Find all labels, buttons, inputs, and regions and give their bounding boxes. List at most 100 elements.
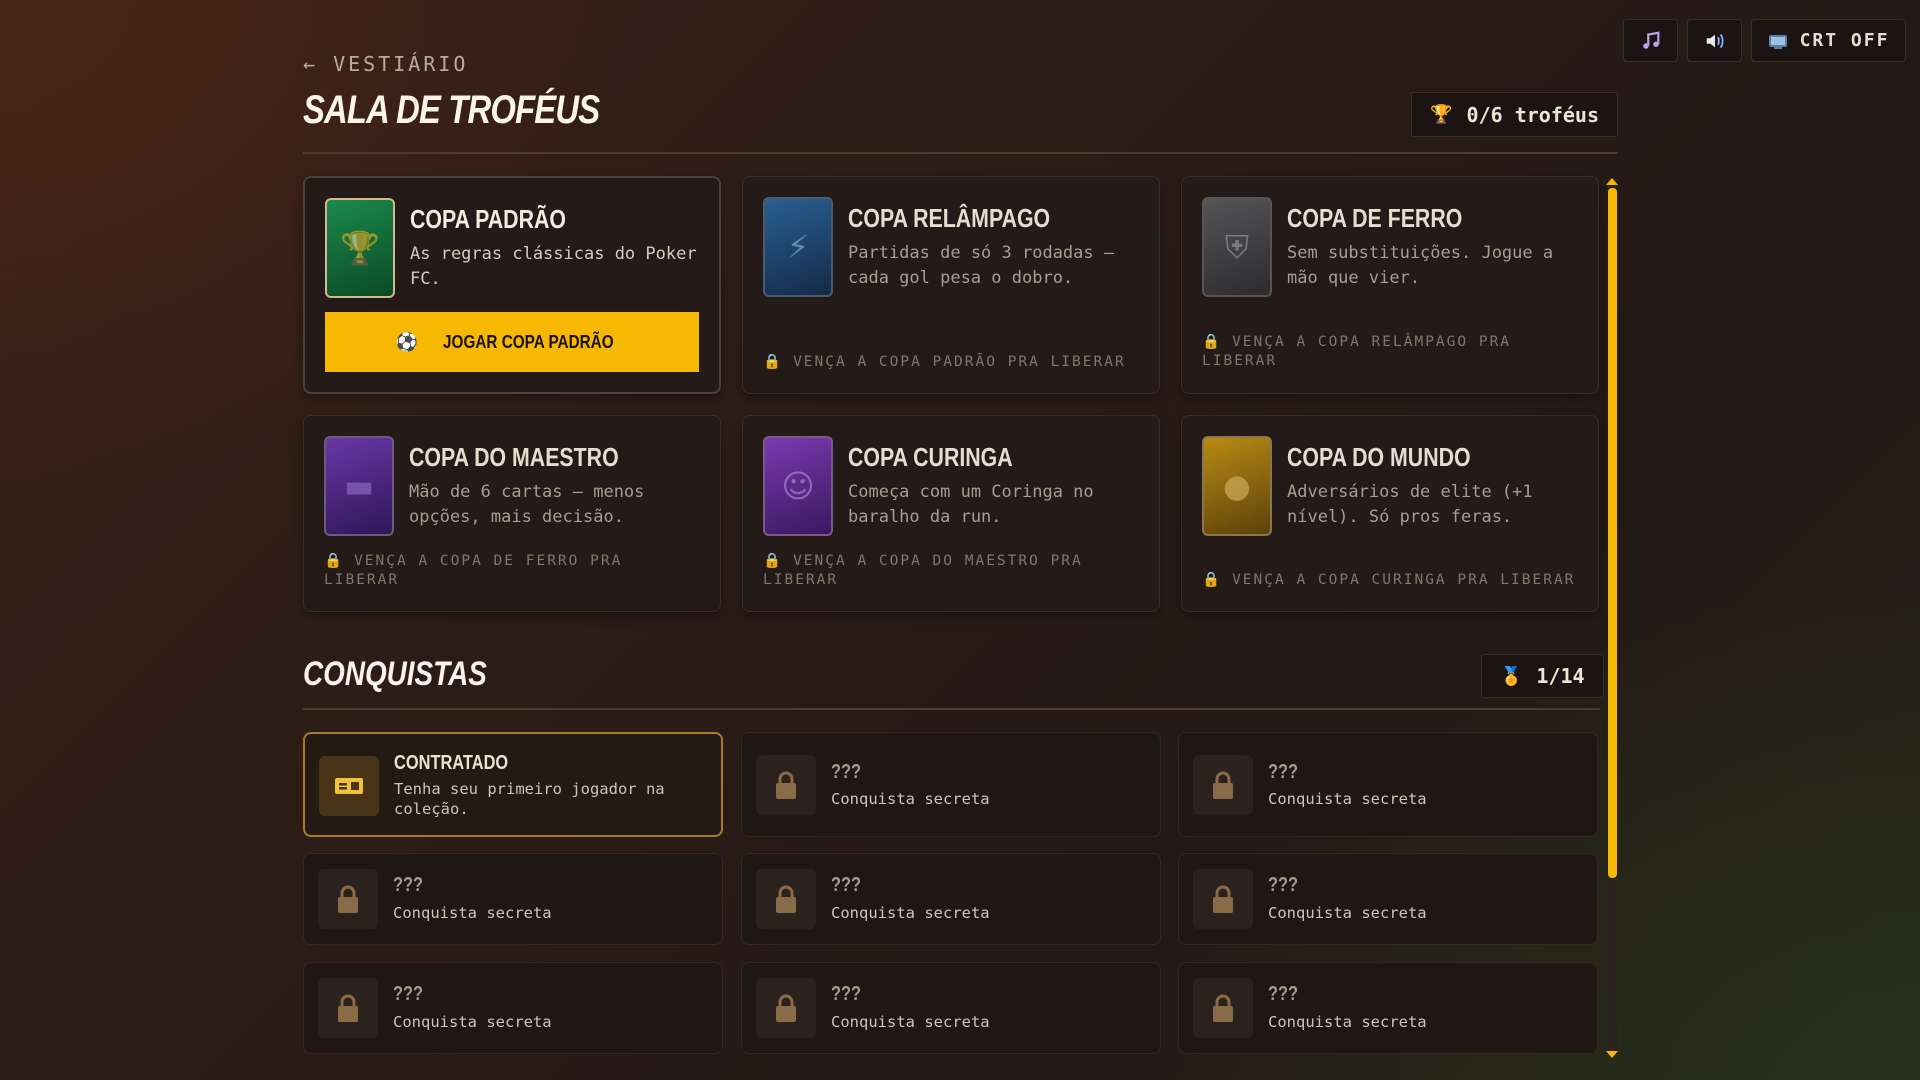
scroll-up-arrow-icon[interactable] <box>1606 178 1618 185</box>
lock-icon: 🔒 <box>763 553 784 569</box>
achievement-name: ??? <box>1268 983 1299 1005</box>
cup-emblem: ⚡ <box>763 197 833 297</box>
lock-icon: 🔒 <box>1202 572 1223 588</box>
divider <box>303 152 1618 154</box>
lock-icon: 🔒 <box>1202 334 1223 350</box>
achievement-description: Conquista secreta <box>831 904 990 922</box>
cup-emblem: ● <box>1202 436 1272 536</box>
cup-description: Adversários de elite (+1 nível). Só pros… <box>1287 482 1533 527</box>
lock-icon <box>1193 755 1253 815</box>
play-cup-button[interactable]: ⚽ JOGAR COPA PADRÃO <box>325 312 699 372</box>
crt-toggle-button[interactable]: CRT OFF <box>1751 19 1906 62</box>
cup-name: COPA DE FERRO <box>1287 203 1463 233</box>
achievement-name: CONTRATADO <box>394 752 509 774</box>
lock-icon <box>318 978 378 1038</box>
achievement-description: Conquista secreta <box>831 1013 990 1031</box>
cards-icon: ▬ <box>343 467 375 505</box>
cup-emblem: ☺ <box>763 436 833 536</box>
cup-description: Sem substituições. Jogue a mão que vier. <box>1287 243 1554 288</box>
cup-lock-message: 🔒 VENÇA A COPA CURINGA PRA LIBERAR <box>1202 572 1576 588</box>
achievement-name: ??? <box>831 983 862 1005</box>
divider <box>303 708 1600 710</box>
achievement-card: ??? Conquista secreta <box>1178 853 1598 945</box>
tv-icon <box>1768 32 1788 50</box>
achievements-count: 1/14 <box>1536 664 1585 688</box>
globe-icon: ● <box>1223 467 1251 505</box>
achievement-name: ??? <box>393 874 424 896</box>
joker-icon: ☺ <box>781 467 815 505</box>
achievement-name: ??? <box>393 983 424 1005</box>
soccer-ball-icon: ⚽ <box>395 331 418 353</box>
achievement-description: Conquista secreta <box>1268 904 1427 922</box>
lock-icon <box>1193 869 1253 929</box>
cup-description: Partidas de só 3 rodadas — cada gol pesa… <box>848 243 1115 288</box>
cup-description: Começa com um Coringa no baralho da run. <box>848 482 1094 527</box>
achievement-card: ??? Conquista secreta <box>741 962 1161 1054</box>
achievement-name: ??? <box>1268 761 1299 783</box>
achievement-card: ??? Conquista secreta <box>303 962 723 1054</box>
achievement-description: Conquista secreta <box>1268 1013 1427 1031</box>
trophy-icon: 🏆 <box>340 229 380 267</box>
achievement-description: Conquista secreta <box>1268 790 1427 808</box>
trophy-count-badge: 🏆 0/6 troféus <box>1411 92 1618 137</box>
music-note-icon <box>1640 30 1662 52</box>
achievement-card: ??? Conquista secreta <box>1178 732 1598 837</box>
achievement-card: CONTRATADO Tenha seu primeiro jogador na… <box>303 732 723 837</box>
cup-name: COPA RELÂMPAGO <box>848 203 1051 233</box>
trophy-count: 0/6 troféus <box>1466 102 1599 127</box>
cup-card-maestro: ▬ COPA DO MAESTRO Mão de 6 cartas — meno… <box>303 415 721 612</box>
achievement-name: ??? <box>831 874 862 896</box>
lock-icon <box>1193 978 1253 1038</box>
medal-icon: 🏅 <box>1500 665 1523 687</box>
achievement-description: Tenha seu primeiro jogador na coleção. <box>394 780 665 818</box>
cup-lock-message: 🔒 VENÇA A COPA RELÂMPAGO PRA LIBERAR <box>1202 334 1512 369</box>
lock-icon <box>318 869 378 929</box>
lock-icon <box>756 755 816 815</box>
cup-description: As regras clássicas do Poker FC. <box>410 244 697 289</box>
ticket-icon <box>319 756 379 816</box>
cup-name: COPA CURINGA <box>848 442 1013 472</box>
cup-name: COPA DO MUNDO <box>1287 442 1471 472</box>
page-title: SALA DE TROFÉUS <box>303 88 600 132</box>
top-controls: CRT OFF <box>1623 19 1906 62</box>
achievement-description: Conquista secreta <box>393 904 552 922</box>
cup-card-padrao: 🏆 COPA PADRÃO As regras clássicas do Pok… <box>303 176 721 394</box>
lock-icon: 🔒 <box>763 354 784 370</box>
achievement-description: Conquista secreta <box>831 790 990 808</box>
achievement-card: ??? Conquista secreta <box>303 853 723 945</box>
speaker-icon <box>1704 30 1726 52</box>
cup-lock-message: 🔒 VENÇA A COPA DE FERRO PRA LIBERAR <box>324 553 623 588</box>
achievements-title: CONQUISTAS <box>303 655 487 693</box>
cup-lock-message: 🔒 VENÇA A COPA DO MAESTRO PRA LIBERAR <box>763 553 1083 588</box>
shield-icon: ⛨ <box>1224 227 1249 266</box>
cup-emblem: 🏆 <box>325 198 395 298</box>
back-link[interactable]: ← VESTIÁRIO <box>303 52 468 76</box>
achievement-name: ??? <box>1268 874 1299 896</box>
scroll-down-arrow-icon[interactable] <box>1606 1051 1618 1058</box>
achievement-description: Conquista secreta <box>393 1013 552 1031</box>
music-toggle-button[interactable] <box>1623 19 1678 62</box>
cup-card-curinga: ☺ COPA CURINGA Começa com um Coringa no … <box>742 415 1160 612</box>
achievement-card: ??? Conquista secreta <box>1178 962 1598 1054</box>
cup-name: COPA PADRÃO <box>410 204 566 234</box>
lock-icon <box>756 978 816 1038</box>
achievement-card: ??? Conquista secreta <box>741 853 1161 945</box>
achievement-card: ??? Conquista secreta <box>741 732 1161 837</box>
trophy-icon: 🏆 <box>1430 104 1453 125</box>
lock-icon: 🔒 <box>324 553 345 569</box>
cup-card-relampago: ⚡ COPA RELÂMPAGO Partidas de só 3 rodada… <box>742 176 1160 394</box>
cup-emblem: ▬ <box>324 436 394 536</box>
lightning-icon: ⚡ <box>786 228 810 266</box>
crt-label: CRT OFF <box>1799 30 1890 51</box>
achievements-count-badge: 🏅 1/14 <box>1481 654 1604 698</box>
cup-name: COPA DO MAESTRO <box>409 442 619 472</box>
sound-toggle-button[interactable] <box>1687 19 1742 62</box>
cup-lock-message: 🔒 VENÇA A COPA PADRÃO PRA LIBERAR <box>763 354 1126 370</box>
lock-icon <box>756 869 816 929</box>
cup-card-mundo: ● COPA DO MUNDO Adversários de elite (+1… <box>1181 415 1599 612</box>
cup-card-ferro: ⛨ COPA DE FERRO Sem substituições. Jogue… <box>1181 176 1599 394</box>
achievement-name: ??? <box>831 761 862 783</box>
cup-emblem: ⛨ <box>1202 197 1272 297</box>
scrollbar-thumb[interactable] <box>1608 188 1617 878</box>
cup-description: Mão de 6 cartas — menos opções, mais dec… <box>409 482 645 527</box>
